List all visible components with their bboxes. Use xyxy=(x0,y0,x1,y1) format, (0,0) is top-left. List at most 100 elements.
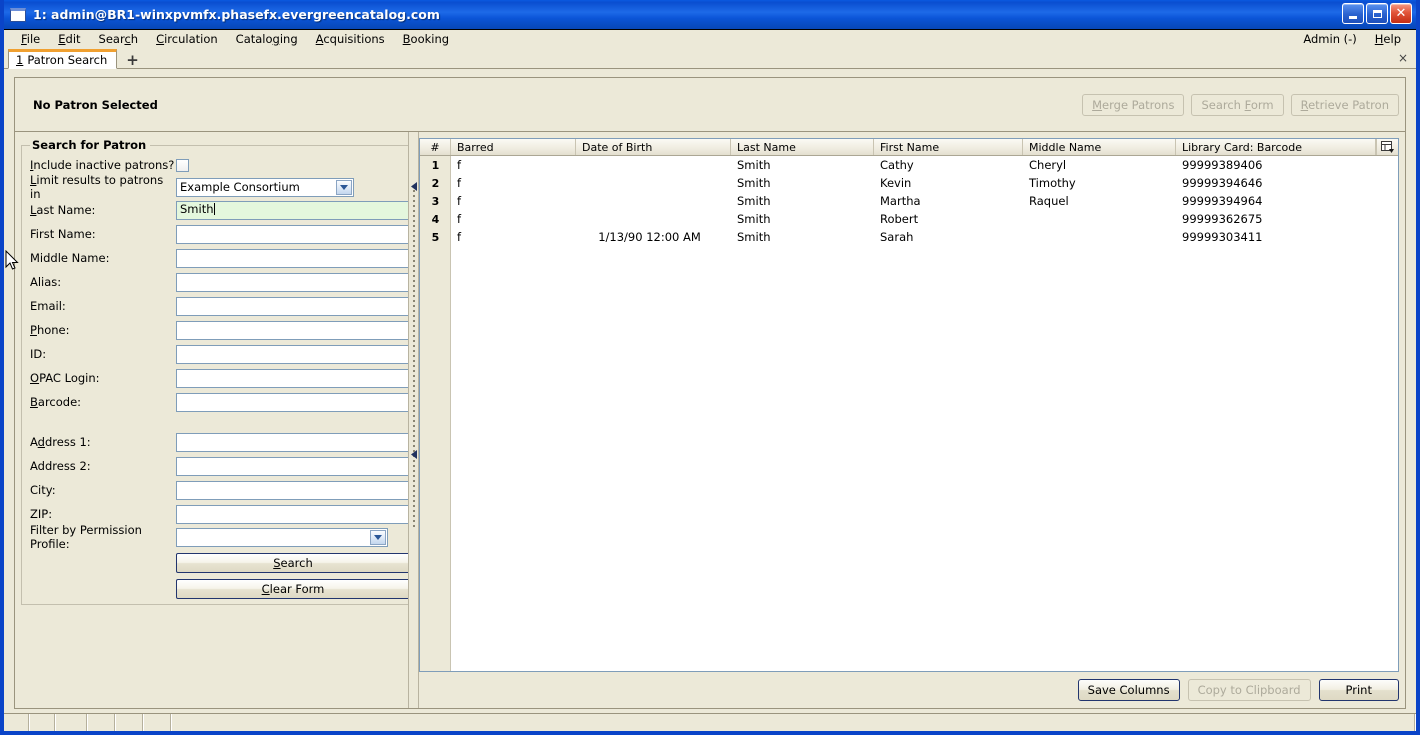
menu-booking[interactable]: Booking xyxy=(394,31,458,47)
pane-splitter[interactable] xyxy=(408,132,419,708)
phone-input[interactable] xyxy=(176,320,408,340)
column-header-library-card[interactable]: Library Card: Barcode xyxy=(1176,139,1376,155)
status-segment xyxy=(88,714,116,731)
address2-input[interactable] xyxy=(176,456,408,476)
print-button[interactable]: Print xyxy=(1318,679,1399,701)
merge-patrons-button[interactable]: Merge Patrons xyxy=(1082,93,1185,116)
menu-acquisitions[interactable]: Acquisitions xyxy=(307,31,394,47)
maximize-button[interactable] xyxy=(1366,3,1388,24)
cell-barred: f xyxy=(457,158,462,172)
table-row[interactable]: 2 f Smith Kevin Timothy 99999394646 xyxy=(420,174,1398,192)
search-button[interactable]: Search xyxy=(176,552,408,573)
cell-dob xyxy=(576,210,731,228)
column-header-middle-name[interactable]: Middle Name xyxy=(1023,139,1176,155)
field-row-last-name: Last Name: Smith xyxy=(30,198,408,222)
menu-file[interactable]: File xyxy=(12,31,49,47)
menu-circulation[interactable]: Circulation xyxy=(147,31,227,47)
alias-input[interactable] xyxy=(176,272,408,292)
menu-admin[interactable]: Admin (-) xyxy=(1294,31,1365,47)
application-body: File Edit Search Circulation Cataloging … xyxy=(4,29,1416,731)
limit-results-value: Example Consortium xyxy=(180,180,300,194)
window-title: 1: admin@BR1-winxpvmfx.phasefx.evergreen… xyxy=(33,7,440,22)
field-row-id: ID: xyxy=(30,342,408,366)
clear-form-button[interactable]: Clear Form xyxy=(176,578,408,599)
column-header-last-name[interactable]: Last Name xyxy=(731,139,874,155)
cell-last: Smith xyxy=(737,230,771,244)
cell-num: 3 xyxy=(431,194,440,208)
cell-barcode: 99999394646 xyxy=(1182,176,1263,190)
cell-dob xyxy=(576,156,731,174)
field-row-opac-login: OPAC Login: xyxy=(30,366,408,390)
cell-middle xyxy=(1023,228,1176,246)
close-button[interactable]: ✕ xyxy=(1390,3,1412,24)
zip-input[interactable] xyxy=(176,504,408,524)
main-split-panel: Search for Patron Include inactive patro… xyxy=(14,131,1406,709)
table-row[interactable]: 3 f Smith Martha Raquel 99999394964 xyxy=(420,192,1398,210)
menu-bar-right: Admin (-) Help xyxy=(1294,31,1410,47)
cell-first: Kevin xyxy=(880,176,912,190)
menu-help[interactable]: Help xyxy=(1366,31,1410,47)
last-name-value: Smith xyxy=(180,201,214,216)
cell-num: 2 xyxy=(431,176,440,190)
limit-results-combobox[interactable]: Example Consortium xyxy=(176,177,354,197)
menu-edit[interactable]: Edit xyxy=(49,31,89,47)
address1-input[interactable] xyxy=(176,432,408,452)
status-segment xyxy=(4,714,30,731)
menu-search[interactable]: Search xyxy=(90,31,148,47)
application-icon xyxy=(10,7,26,22)
cell-middle xyxy=(1023,210,1176,228)
field-row-address1: Address 1: xyxy=(30,430,408,454)
column-picker-icon[interactable] xyxy=(1376,139,1398,155)
table-row[interactable]: 4 f Smith Robert 99999362675 xyxy=(420,210,1398,228)
splitter-collapse-left-icon[interactable] xyxy=(410,182,418,191)
cell-barcode: 99999394964 xyxy=(1182,194,1263,208)
close-tab-icon[interactable]: × xyxy=(1398,51,1408,65)
menu-cataloging[interactable]: Cataloging xyxy=(227,31,307,47)
column-header-num[interactable]: # xyxy=(420,139,451,155)
limit-results-label: Limit results to patrons in xyxy=(30,173,164,201)
id-input[interactable] xyxy=(176,344,408,364)
first-name-input[interactable] xyxy=(176,224,408,244)
limit-results-row: Limit results to patrons in Example Cons… xyxy=(30,173,408,201)
retrieve-patron-button[interactable]: Retrieve Patron xyxy=(1290,93,1399,116)
cell-middle: Raquel xyxy=(1029,194,1069,208)
middle-name-input[interactable] xyxy=(176,248,408,268)
alias-label: Alias: xyxy=(30,275,62,289)
table-row[interactable]: 1 f Smith Cathy Cheryl 99999389406 xyxy=(420,156,1398,174)
column-header-dob[interactable]: Date of Birth xyxy=(576,139,731,155)
chevron-down-icon[interactable] xyxy=(370,529,386,545)
splitter-collapse-left-icon-2[interactable] xyxy=(410,450,418,459)
status-segment xyxy=(144,714,172,731)
field-row-phone: Phone: xyxy=(30,318,408,342)
search-form-button[interactable]: Search Form xyxy=(1191,93,1284,116)
barcode-input[interactable] xyxy=(176,392,408,412)
copy-to-clipboard-button[interactable]: Copy to Clipboard xyxy=(1187,679,1311,701)
permission-profile-combobox[interactable] xyxy=(176,527,388,547)
clear-form-button-row: Clear Form xyxy=(30,574,408,600)
email-input[interactable] xyxy=(176,296,408,316)
cell-dob: 1/13/90 12:00 AM xyxy=(598,230,701,244)
column-header-barred[interactable]: Barred xyxy=(451,139,576,155)
title-bar: 1: admin@BR1-winxpvmfx.phasefx.evergreen… xyxy=(4,0,1416,29)
tab-patron-search[interactable]: 1 Patron Search xyxy=(8,49,118,69)
status-segment xyxy=(172,714,1416,731)
opac-login-input[interactable] xyxy=(176,368,408,388)
column-header-first-name[interactable]: First Name xyxy=(874,139,1023,155)
grid-footer-buttons: Save Columns Copy to Clipboard Print xyxy=(419,672,1399,702)
grid-rows-container: 1 f Smith Cathy Cheryl 99999389406 2 f Smith Kevi… xyxy=(420,156,1398,246)
table-row[interactable]: 5 f 1/13/90 12:00 AM Smith Sarah 99999303411 xyxy=(420,228,1398,246)
last-name-input[interactable]: Smith xyxy=(176,200,408,220)
status-segment xyxy=(30,714,56,731)
city-label: City: xyxy=(30,483,56,497)
save-columns-button[interactable]: Save Columns xyxy=(1077,679,1180,701)
permission-profile-label: Filter by Permission Profile: xyxy=(30,523,142,551)
minimize-button[interactable] xyxy=(1342,3,1364,24)
include-inactive-checkbox[interactable] xyxy=(176,158,189,172)
phone-label: Phone: xyxy=(30,323,70,337)
grid-body[interactable]: 1 f Smith Cathy Cheryl 99999389406 2 f Smith Kevi… xyxy=(420,156,1398,671)
new-tab-button[interactable]: + xyxy=(126,53,139,68)
id-label: ID: xyxy=(30,347,47,361)
cell-last: Smith xyxy=(737,176,771,190)
city-input[interactable] xyxy=(176,480,408,500)
chevron-down-icon[interactable] xyxy=(336,179,352,195)
